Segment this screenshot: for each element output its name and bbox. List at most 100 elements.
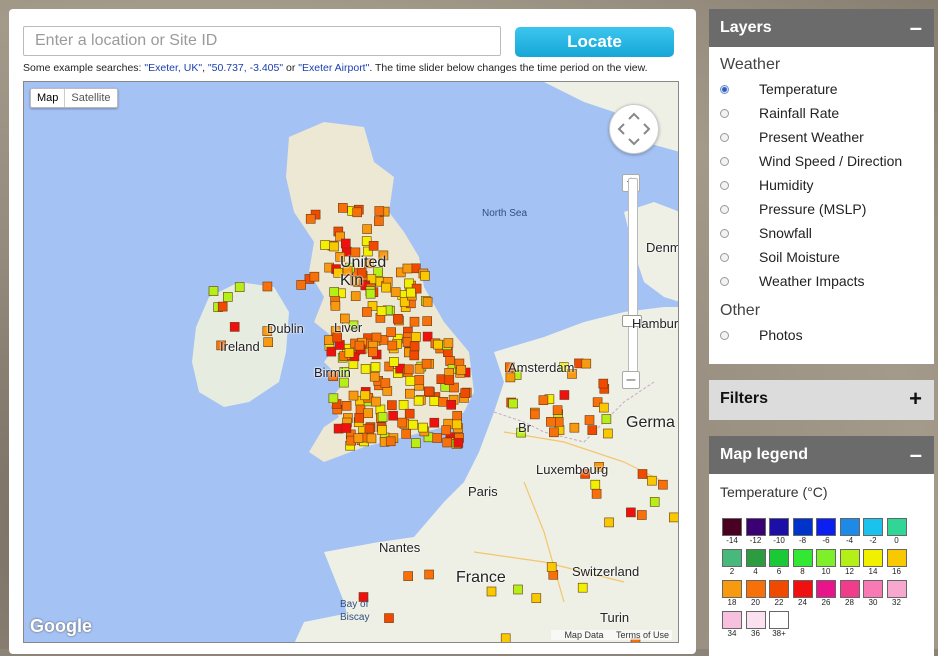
- temperature-marker[interactable]: [584, 415, 595, 425]
- temperature-marker[interactable]: [377, 412, 388, 423]
- radio-button[interactable]: [720, 330, 729, 340]
- temperature-marker[interactable]: [405, 376, 416, 386]
- search-input[interactable]: [23, 26, 501, 56]
- temperature-marker[interactable]: [452, 419, 462, 430]
- radio-button[interactable]: [720, 84, 729, 94]
- temperature-marker[interactable]: [598, 378, 609, 389]
- temperature-marker[interactable]: [626, 507, 636, 518]
- pan-control[interactable]: [609, 104, 659, 154]
- temperature-marker[interactable]: [341, 423, 352, 433]
- temperature-marker[interactable]: [384, 613, 394, 623]
- temperature-marker[interactable]: [360, 363, 371, 374]
- temperature-marker[interactable]: [486, 586, 497, 597]
- temperature-marker[interactable]: [370, 362, 381, 372]
- temperature-marker[interactable]: [309, 271, 320, 282]
- temperature-marker[interactable]: [500, 633, 511, 643]
- temperature-marker[interactable]: [376, 306, 387, 316]
- temperature-marker[interactable]: [442, 437, 453, 448]
- temperature-marker[interactable]: [374, 206, 385, 216]
- filters-header[interactable]: Filters +: [709, 380, 934, 418]
- temperature-marker[interactable]: [590, 479, 601, 490]
- expand-icon[interactable]: +: [909, 388, 922, 410]
- temperature-marker[interactable]: [598, 402, 609, 413]
- temperature-marker[interactable]: [380, 378, 391, 388]
- temperature-marker[interactable]: [217, 301, 228, 312]
- temperature-marker[interactable]: [529, 409, 540, 420]
- temperature-marker[interactable]: [443, 338, 454, 348]
- temperature-marker[interactable]: [444, 375, 455, 386]
- temperature-marker[interactable]: [410, 438, 421, 449]
- temperature-marker[interactable]: [429, 417, 440, 428]
- temperature-marker[interactable]: [388, 410, 398, 421]
- temperature-marker[interactable]: [452, 411, 463, 421]
- temperature-marker[interactable]: [456, 364, 467, 375]
- temperature-marker[interactable]: [305, 214, 316, 224]
- temperature-marker[interactable]: [324, 335, 334, 345]
- temperature-marker[interactable]: [374, 216, 384, 226]
- temperature-marker[interactable]: [353, 433, 364, 443]
- layer-option-wind-speed-direction[interactable]: Wind Speed / Direction: [709, 149, 934, 173]
- temperature-marker[interactable]: [414, 375, 425, 385]
- temperature-marker[interactable]: [330, 301, 341, 311]
- radio-button[interactable]: [720, 204, 729, 214]
- temperature-marker[interactable]: [387, 400, 397, 410]
- temperature-marker[interactable]: [559, 390, 570, 400]
- temperature-marker[interactable]: [409, 350, 420, 361]
- temperature-marker[interactable]: [438, 396, 448, 407]
- temperature-marker[interactable]: [421, 358, 432, 369]
- zoom-out-button[interactable]: –: [622, 371, 640, 389]
- temperature-marker[interactable]: [404, 408, 415, 419]
- radio-button[interactable]: [720, 180, 729, 190]
- temperature-marker[interactable]: [223, 292, 233, 302]
- temperature-marker[interactable]: [603, 428, 613, 439]
- temperature-marker[interactable]: [513, 584, 523, 595]
- temperature-marker[interactable]: [381, 282, 392, 293]
- temperature-marker[interactable]: [404, 388, 415, 399]
- layer-option-humidity[interactable]: Humidity: [709, 173, 934, 197]
- temperature-marker[interactable]: [411, 332, 421, 342]
- temperature-marker[interactable]: [413, 395, 424, 406]
- temperature-marker[interactable]: [344, 347, 355, 358]
- temperature-marker[interactable]: [354, 412, 365, 423]
- temperature-marker[interactable]: [387, 340, 398, 351]
- temperature-marker[interactable]: [445, 356, 455, 366]
- layer-option-pressure-mslp-[interactable]: Pressure (MSLP): [709, 197, 934, 221]
- temperature-marker[interactable]: [601, 414, 612, 424]
- temperature-marker[interactable]: [365, 288, 376, 299]
- zoom-slider-track[interactable]: [628, 178, 638, 380]
- map-type-satellite[interactable]: Satellite: [65, 89, 116, 107]
- layer-option-temperature[interactable]: Temperature: [709, 77, 934, 101]
- map-view[interactable]: Map Satellite + – North Sea United Kin D…: [23, 81, 679, 643]
- temperature-marker[interactable]: [460, 388, 471, 398]
- temperature-marker[interactable]: [348, 390, 359, 401]
- radio-button[interactable]: [720, 156, 729, 166]
- temperature-marker[interactable]: [393, 314, 403, 324]
- temperature-marker[interactable]: [658, 479, 668, 490]
- temperature-marker[interactable]: [552, 405, 563, 416]
- temperature-marker[interactable]: [377, 425, 387, 435]
- temperature-marker[interactable]: [229, 322, 240, 332]
- temperature-marker[interactable]: [424, 569, 434, 580]
- temperature-marker[interactable]: [296, 280, 307, 290]
- terms-of-use-link[interactable]: Terms of Use: [616, 630, 669, 640]
- map-type-map[interactable]: Map: [31, 89, 66, 107]
- temperature-marker[interactable]: [591, 488, 602, 499]
- temperature-marker[interactable]: [208, 286, 219, 296]
- temperature-marker[interactable]: [531, 593, 542, 603]
- temperature-marker[interactable]: [366, 433, 377, 444]
- temperature-marker[interactable]: [569, 422, 580, 433]
- temperature-marker[interactable]: [604, 517, 614, 528]
- map-data-link[interactable]: Map Data: [564, 630, 603, 640]
- temperature-marker[interactable]: [432, 433, 443, 443]
- temperature-marker[interactable]: [581, 358, 592, 369]
- temperature-marker[interactable]: [371, 332, 382, 343]
- temperature-marker[interactable]: [577, 582, 588, 593]
- temperature-marker[interactable]: [329, 241, 339, 252]
- temperature-marker[interactable]: [423, 386, 434, 397]
- temperature-marker[interactable]: [390, 287, 401, 297]
- temperature-marker[interactable]: [406, 287, 416, 298]
- temperature-marker[interactable]: [453, 438, 464, 448]
- layer-option-photos[interactable]: Photos: [709, 323, 934, 347]
- temperature-marker[interactable]: [647, 475, 657, 486]
- temperature-marker[interactable]: [546, 562, 557, 572]
